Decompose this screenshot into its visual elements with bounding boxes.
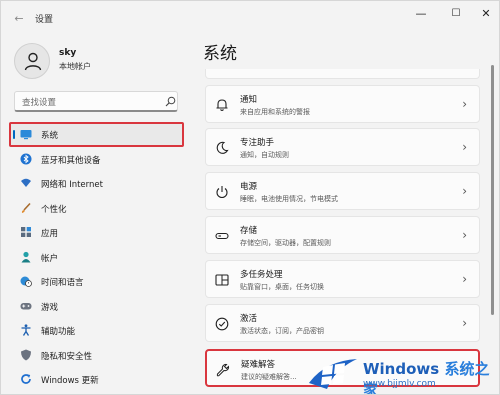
update-icon — [21, 374, 31, 384]
user-profile[interactable]: sky 本地帐户 — [14, 41, 189, 81]
globe-clock-icon — [20, 276, 32, 287]
sidebar-item-system[interactable]: 系统 — [9, 122, 184, 147]
card-subtitle: 建议的疑难解答... — [241, 373, 297, 381]
sidebar-item-network[interactable]: 网络和 Internet — [9, 171, 184, 196]
card-subtitle: 睡眠，电池使用情况，节电模式 — [240, 195, 338, 203]
accessibility-icon — [21, 324, 31, 336]
windows-logo-icon — [309, 359, 357, 389]
moon-icon — [216, 141, 229, 154]
storage-card[interactable]: 存储 存储空间，驱动器，配置规则 › — [205, 216, 480, 254]
sidebar-nav: 系统 蓝牙和其他设备 网络和 Internet 个性化 应用 帐户 时间和语言 — [9, 122, 184, 392]
card-title: 电源 — [240, 182, 258, 192]
window-title: 设置 — [35, 15, 54, 25]
card-subtitle: 来自应用和系统的警报 — [240, 108, 310, 116]
watermark: Windows 系统之家 www.bjjmlv.com — [301, 351, 499, 395]
card-title: 激活 — [240, 314, 258, 324]
sidebar-item-label: 游戏 — [41, 302, 59, 313]
activation-card[interactable]: 激活 激活状态，订阅，产品密钥 › — [205, 304, 480, 342]
card-subtitle: 激活状态，订阅，产品密钥 — [240, 327, 324, 335]
back-button[interactable]: ← — [11, 11, 27, 27]
sidebar-item-label: 帐户 — [41, 253, 59, 264]
person-icon — [21, 251, 31, 262]
sidebar-item-time-language[interactable]: 时间和语言 — [9, 269, 184, 294]
gamepad-icon — [20, 302, 32, 309]
sidebar-item-label: 系统 — [41, 131, 59, 141]
maximize-button[interactable]: ☐ — [441, 5, 471, 23]
sidebar-item-apps[interactable]: 应用 — [9, 220, 184, 245]
close-button[interactable]: ✕ — [471, 5, 499, 23]
settings-list: 通知 来自应用和系统的警报 › 专注助手 通知，自动规则 › 电源 睡眠，电池使… — [197, 65, 489, 394]
multitasking-card[interactable]: 多任务处理 贴靠窗口，桌面，任务切换 › — [205, 260, 480, 298]
user-name: sky — [59, 48, 77, 58]
chevron-right-icon: › — [462, 228, 467, 242]
chevron-right-icon: › — [462, 272, 467, 286]
search-box[interactable] — [14, 91, 178, 112]
search-icon[interactable] — [165, 96, 176, 107]
focus-assist-card[interactable]: 专注助手 通知，自动规则 › — [205, 128, 480, 166]
sidebar-item-bluetooth[interactable]: 蓝牙和其他设备 — [9, 147, 184, 172]
chevron-right-icon: › — [462, 316, 467, 330]
sidebar-item-label: 辅助功能 — [41, 327, 76, 337]
page-title: 系统 — [203, 44, 237, 64]
active-indicator — [13, 130, 15, 139]
multitask-icon — [215, 274, 229, 286]
wifi-icon — [21, 178, 31, 187]
chevron-right-icon: › — [462, 140, 467, 154]
sidebar-item-label: 蓝牙和其他设备 — [41, 155, 101, 166]
bell-icon — [216, 99, 228, 111]
sidebar-item-privacy-security[interactable]: 隐私和安全性 — [9, 343, 184, 368]
card-title: 专注助手 — [240, 138, 275, 148]
sidebar-item-gaming[interactable]: 游戏 — [9, 294, 184, 319]
minimize-button[interactable]: — — [406, 5, 436, 23]
person-icon — [24, 52, 42, 71]
settings-window: ← 设置 — ☐ ✕ sky 本地帐户 系统 蓝牙和其他设备 — [0, 0, 500, 395]
card-title: 疑难解答 — [241, 360, 276, 370]
card-subtitle: 贴靠窗口，桌面，任务切换 — [240, 283, 324, 291]
scrollbar[interactable] — [491, 65, 494, 315]
previous-card-edge — [205, 69, 480, 79]
chevron-right-icon: › — [462, 184, 467, 198]
sidebar-item-accessibility[interactable]: 辅助功能 — [9, 318, 184, 343]
sidebar-item-windows-update[interactable]: Windows 更新 — [9, 367, 184, 392]
sidebar-item-label: 时间和语言 — [41, 278, 84, 288]
wrench-icon — [216, 363, 230, 377]
shield-icon — [21, 349, 31, 360]
watermark-brand: Windows 系统之家 — [363, 360, 490, 395]
notifications-card[interactable]: 通知 来自应用和系统的警报 › — [205, 85, 480, 123]
card-title: 通知 — [240, 95, 258, 105]
card-subtitle: 存储空间，驱动器，配置规则 — [240, 239, 331, 247]
card-subtitle: 通知，自动规则 — [240, 151, 289, 159]
power-card[interactable]: 电源 睡眠，电池使用情况，节电模式 › — [205, 172, 480, 210]
sidebar-item-label: 个性化 — [41, 204, 67, 215]
bluetooth-icon — [20, 153, 32, 164]
sidebar-item-label: 网络和 Internet — [41, 180, 103, 190]
search-input[interactable] — [22, 96, 152, 109]
sidebar-item-accounts[interactable]: 帐户 — [9, 245, 184, 270]
check-circle-icon — [215, 317, 229, 331]
chevron-right-icon: › — [462, 97, 467, 111]
monitor-icon — [20, 130, 32, 140]
brush-icon — [21, 202, 31, 213]
sidebar-item-label: 应用 — [41, 229, 59, 239]
apps-icon — [21, 227, 31, 237]
avatar[interactable] — [14, 43, 50, 79]
power-icon — [216, 186, 228, 199]
title-bar: ← 设置 — ☐ ✕ — [1, 1, 499, 35]
sidebar-item-personalization[interactable]: 个性化 — [9, 196, 184, 221]
card-title: 多任务处理 — [240, 270, 283, 280]
sidebar-item-label: 隐私和安全性 — [41, 351, 93, 362]
account-type: 本地帐户 — [59, 62, 91, 71]
card-title: 存储 — [240, 226, 258, 236]
watermark-url: www.bjjmlv.com — [363, 379, 436, 389]
storage-icon — [215, 232, 229, 240]
sidebar-item-label: Windows 更新 — [41, 376, 99, 386]
